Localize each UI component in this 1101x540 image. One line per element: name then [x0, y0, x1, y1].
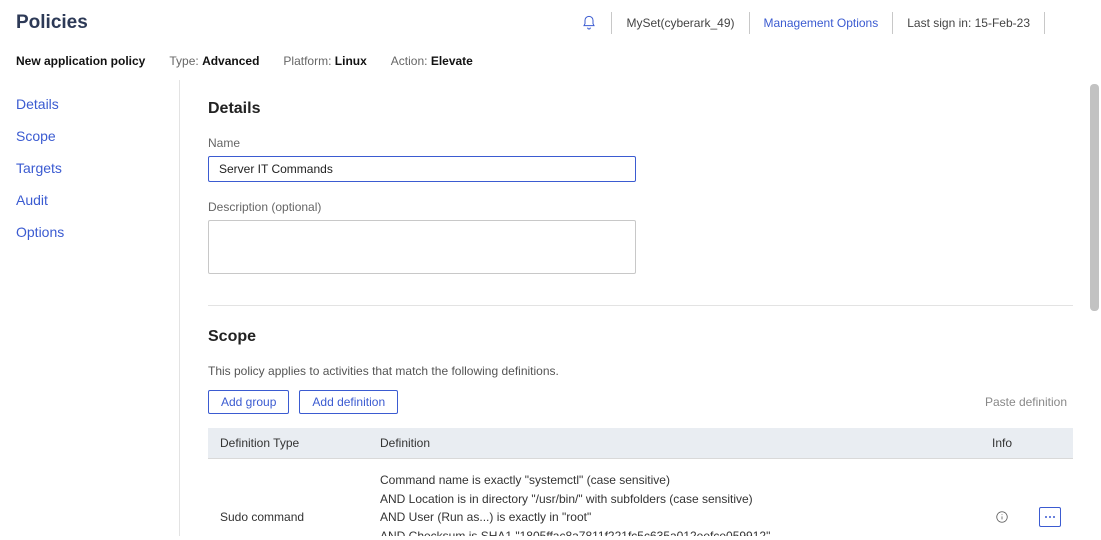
- platform-label: Platform:: [283, 54, 331, 68]
- cell-actions: [1027, 459, 1073, 537]
- section-divider: [208, 305, 1073, 306]
- nav-audit[interactable]: Audit: [16, 184, 179, 216]
- col-info: Info: [977, 428, 1027, 459]
- info-icon[interactable]: [995, 510, 1009, 524]
- nav-details[interactable]: Details: [16, 88, 179, 120]
- tenant-name: MySet(cyberark_49): [626, 16, 734, 30]
- nav-targets[interactable]: Targets: [16, 152, 179, 184]
- divider: [611, 12, 612, 34]
- type-value: Advanced: [202, 54, 259, 68]
- col-definition: Definition: [368, 428, 977, 459]
- last-signin: Last sign in: 15-Feb-23: [907, 16, 1030, 30]
- scope-description: This policy applies to activities that m…: [208, 364, 1073, 378]
- cell-definition: Command name is exactly "systemctl" (cas…: [368, 459, 977, 537]
- page-title: Policies: [16, 12, 88, 34]
- type-label: Type:: [169, 54, 198, 68]
- details-section-title: Details: [208, 100, 1073, 118]
- cell-definition-type: Sudo command: [208, 459, 368, 537]
- paste-definition-link[interactable]: Paste definition: [985, 395, 1073, 409]
- side-nav: Details Scope Targets Audit Options: [0, 80, 180, 536]
- nav-scope[interactable]: Scope: [16, 120, 179, 152]
- bell-icon[interactable]: [581, 15, 597, 31]
- action-value: Elevate: [431, 54, 473, 68]
- description-input[interactable]: [208, 220, 636, 274]
- context-title: New application policy: [16, 54, 145, 68]
- scrollbar-thumb[interactable]: [1090, 84, 1099, 311]
- add-group-button[interactable]: Add group: [208, 390, 289, 414]
- divider: [892, 12, 893, 34]
- row-more-button[interactable]: [1039, 507, 1061, 527]
- divider: [749, 12, 750, 34]
- add-definition-button[interactable]: Add definition: [299, 390, 398, 414]
- nav-options[interactable]: Options: [16, 216, 179, 248]
- breadcrumb: New application policy Type: Advanced Pl…: [0, 46, 1101, 80]
- name-label: Name: [208, 136, 1073, 150]
- table-row: Sudo command Command name is exactly "sy…: [208, 459, 1073, 537]
- management-options-link[interactable]: Management Options: [764, 16, 879, 30]
- description-label: Description (optional): [208, 200, 1073, 214]
- scope-section-title: Scope: [208, 328, 1073, 346]
- col-definition-type: Definition Type: [208, 428, 368, 459]
- col-actions: [1027, 428, 1073, 459]
- divider: [1044, 12, 1045, 34]
- name-input[interactable]: [208, 156, 636, 182]
- definitions-table: Definition Type Definition Info Sudo com…: [208, 428, 1073, 536]
- action-label: Action:: [391, 54, 428, 68]
- cell-info: [977, 459, 1027, 537]
- platform-value: Linux: [335, 54, 367, 68]
